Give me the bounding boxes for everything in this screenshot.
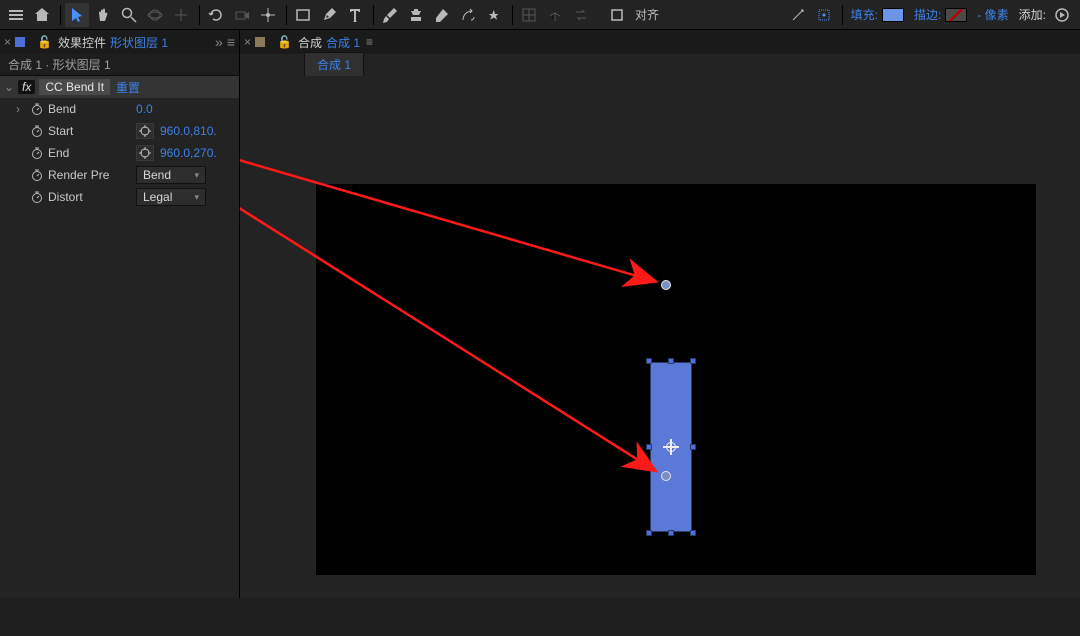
puppet-tool-icon[interactable] xyxy=(482,3,506,27)
prop-end: End 960.0,270. xyxy=(0,142,239,164)
composition-tab-bar: × 🔓 合成 合成 1 ≡ xyxy=(240,30,1080,54)
stroke-width-label[interactable]: - 像素 xyxy=(977,6,1008,23)
stopwatch-icon[interactable] xyxy=(30,190,44,204)
fx-badge-icon[interactable]: fx xyxy=(18,80,35,94)
comp-tab-link[interactable]: 合成 1 xyxy=(326,34,360,51)
zoom-tool-icon[interactable] xyxy=(117,3,141,27)
selection-tool-icon[interactable] xyxy=(65,3,89,27)
panel-tab-bar: × 🔓 效果控件 形状图层 1 » ≡ xyxy=(0,30,239,54)
prop-start: Start 960.0,810. xyxy=(0,120,239,142)
add-label[interactable]: 添加: xyxy=(1019,6,1046,23)
lock-icon[interactable]: 🔓 xyxy=(37,35,52,49)
snap-grid-icon[interactable] xyxy=(812,3,836,27)
prop-label: Distort xyxy=(48,190,136,204)
composition-canvas[interactable] xyxy=(316,184,1036,575)
prop-bend: › Bend 0.0 xyxy=(0,98,239,120)
fill-swatch[interactable] xyxy=(882,8,904,22)
composition-panel: × 🔓 合成 合成 1 ≡ 合成 1 xyxy=(240,30,1080,598)
prop-distort: Distort Legal xyxy=(0,186,239,208)
prop-label: Bend xyxy=(48,102,136,116)
crosshair-button[interactable] xyxy=(136,145,154,161)
axis-icon xyxy=(543,3,567,27)
menu-icon[interactable] xyxy=(4,3,28,27)
square-icon[interactable] xyxy=(605,3,629,27)
shape-layer[interactable] xyxy=(651,363,691,531)
stroke-swatch[interactable] xyxy=(945,8,967,22)
panel-menu-icon[interactable]: ≡ xyxy=(366,35,373,49)
panel-tab-label[interactable]: 效果控件 xyxy=(58,34,106,51)
effect-twirl-icon[interactable]: ⌄ xyxy=(4,80,14,94)
panel-tab-layer-link[interactable]: 形状图层 1 xyxy=(110,34,168,51)
home-icon[interactable] xyxy=(30,3,54,27)
prop-label: Render Pre xyxy=(48,168,136,182)
comp-color-swatch xyxy=(255,37,265,47)
swap-icon xyxy=(569,3,593,27)
roto-tool-icon[interactable] xyxy=(456,3,480,27)
hand-tool-icon[interactable] xyxy=(91,3,115,27)
rotate-tool-icon[interactable] xyxy=(204,3,228,27)
anchor-point-icon[interactable] xyxy=(663,439,679,455)
stopwatch-icon[interactable] xyxy=(30,146,44,160)
stopwatch-icon[interactable] xyxy=(30,124,44,138)
end-point-handle[interactable] xyxy=(661,280,671,290)
prop-label: Start xyxy=(48,124,136,138)
clone-stamp-tool-icon[interactable] xyxy=(404,3,428,27)
camera-tool-icon[interactable] xyxy=(230,3,254,27)
lock-icon[interactable]: 🔓 xyxy=(277,35,292,49)
reset-link[interactable]: 重置 xyxy=(116,79,140,96)
snap-edge-icon[interactable] xyxy=(786,3,810,27)
top-toolbar: 对齐 填充: 描边: - 像素 添加: xyxy=(0,0,1080,30)
anchor-tool-icon[interactable] xyxy=(256,3,280,27)
prop-value[interactable]: 960.0,270. xyxy=(160,146,217,160)
stopwatch-icon[interactable] xyxy=(30,102,44,116)
viewport[interactable] xyxy=(240,76,1080,598)
add-button-icon[interactable] xyxy=(1050,3,1074,27)
effect-header[interactable]: ⌄ fx CC Bend It 重置 xyxy=(0,76,239,98)
comp-subtab[interactable]: 合成 1 xyxy=(304,52,364,76)
distort-dropdown[interactable]: Legal xyxy=(136,188,206,206)
panel-next-icon[interactable]: » xyxy=(215,34,223,50)
panel-menu-icon[interactable]: ≡ xyxy=(227,34,235,50)
render-pre-dropdown[interactable]: Bend xyxy=(136,166,206,184)
prop-value[interactable]: 0.0 xyxy=(136,102,153,116)
close-icon[interactable]: × xyxy=(4,35,11,49)
breadcrumb-tabs: 合成 1 xyxy=(240,54,1080,76)
start-point-handle[interactable] xyxy=(661,471,671,481)
effect-name[interactable]: CC Bend It xyxy=(39,79,110,95)
pen-tool-icon[interactable] xyxy=(317,3,341,27)
breadcrumb-text: 合成 1 · 形状图层 1 xyxy=(8,56,111,73)
stopwatch-icon[interactable] xyxy=(30,168,44,182)
camera-pan-tool-icon[interactable] xyxy=(169,3,193,27)
close-icon[interactable]: × xyxy=(244,35,251,49)
brush-tool-icon[interactable] xyxy=(378,3,402,27)
effect-controls-panel: × 🔓 效果控件 形状图层 1 » ≡ 合成 1 · 形状图层 1 ⌄ fx C… xyxy=(0,30,240,598)
layer-color-swatch xyxy=(15,37,25,47)
align-label[interactable]: 对齐 xyxy=(635,6,659,23)
breadcrumb: 合成 1 · 形状图层 1 xyxy=(0,54,239,76)
comp-tab-label[interactable]: 合成 xyxy=(298,34,322,51)
mesh-icon xyxy=(517,3,541,27)
stroke-label[interactable]: 描边: xyxy=(914,6,941,23)
twirl-icon[interactable]: › xyxy=(16,102,26,116)
prop-label: End xyxy=(48,146,136,160)
fill-label[interactable]: 填充: xyxy=(851,6,878,23)
prop-render-pre: Render Pre Bend xyxy=(0,164,239,186)
orbit-tool-icon[interactable] xyxy=(143,3,167,27)
crosshair-button[interactable] xyxy=(136,123,154,139)
rectangle-tool-icon[interactable] xyxy=(291,3,315,27)
eraser-tool-icon[interactable] xyxy=(430,3,454,27)
text-tool-icon[interactable] xyxy=(343,3,367,27)
prop-value[interactable]: 960.0,810. xyxy=(160,124,217,138)
